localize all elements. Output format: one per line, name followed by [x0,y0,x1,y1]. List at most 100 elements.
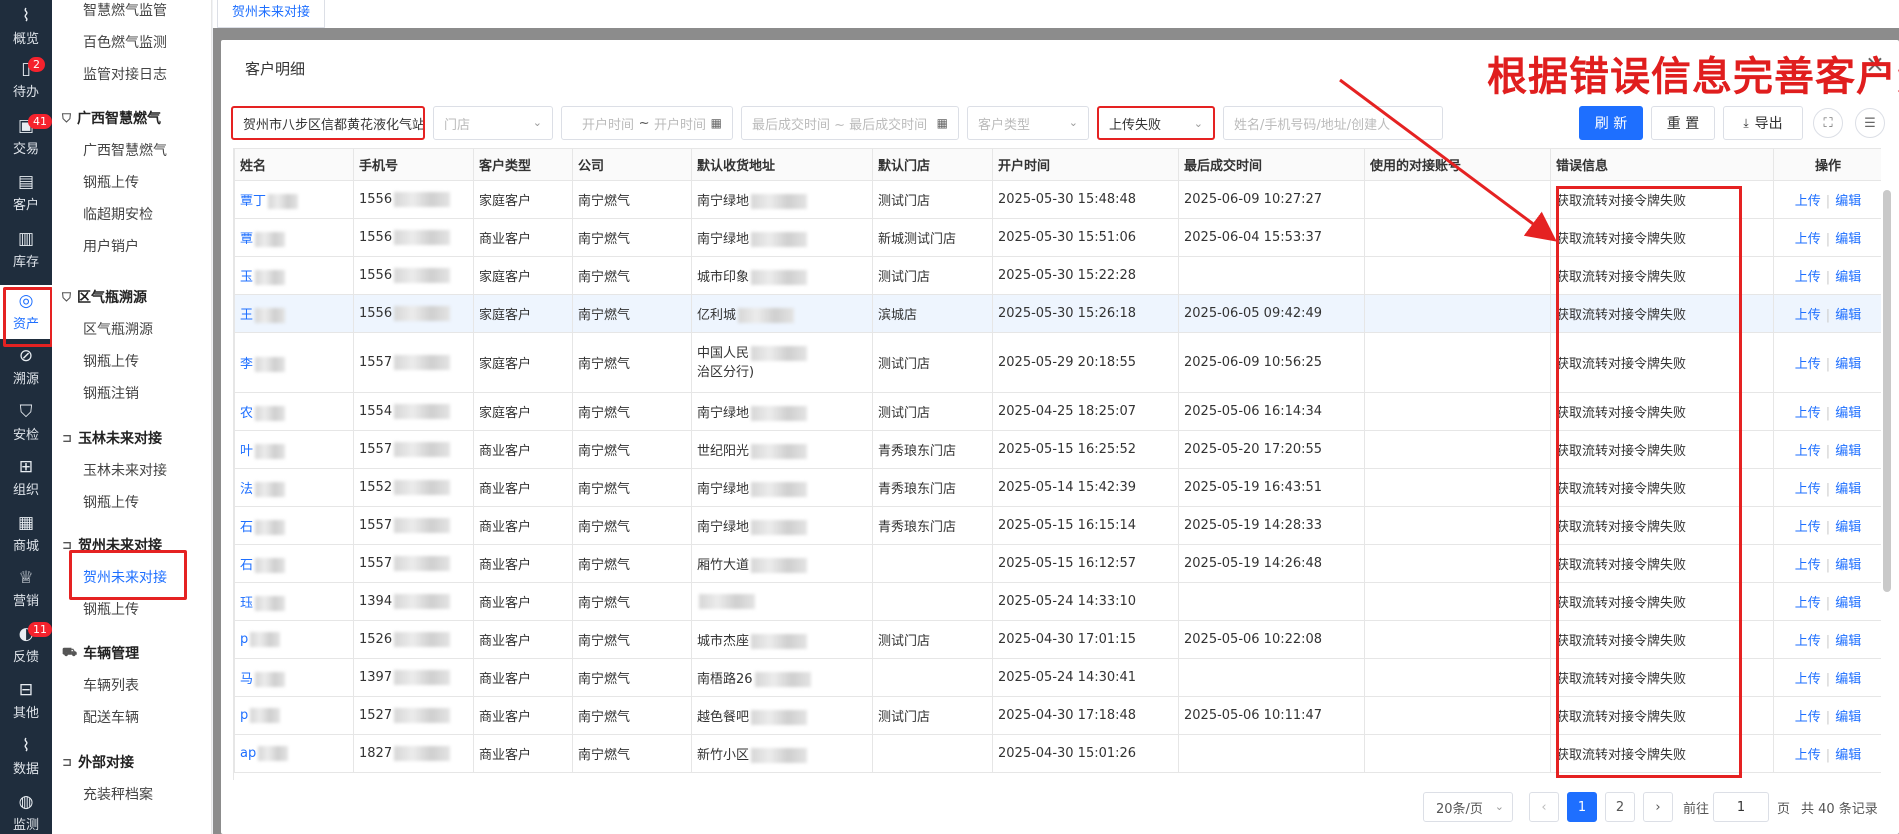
cell-name[interactable]: 叶 [234,430,354,469]
customer-name-link[interactable]: 覃丁 [240,194,266,209]
column-settings-icon[interactable]: ☰ [1855,108,1885,138]
rail-item-14[interactable]: ◍ 监测 [0,786,52,834]
cell-name[interactable]: 王 [234,294,354,333]
customer-name-link[interactable]: 石 [240,558,253,573]
submenu-group-title[interactable]: ⊐ 玉林未来对接 [62,428,162,448]
submenu-group-title[interactable]: ⛟ 车辆管理 [62,643,139,663]
customer-name-link[interactable]: 李 [240,357,253,372]
table-row[interactable]: 珏 1394 商业客户 南宁燃气 2025-05-24 14:33:10 获取流转对接令牌… [234,582,1881,621]
table-row[interactable]: p 1527 商业客户 南宁燃气 越色餐吧 测试门店 2025-04-30 17:18:48… [234,696,1881,735]
edit-link[interactable]: 编辑 [1835,308,1861,323]
submenu-group-title[interactable]: ⛉ 区气瓶溯源 [62,287,147,307]
station-select[interactable]: 贺州市八步区信都黄花液化气站 ⌄ [231,106,425,140]
refresh-button[interactable]: 刷 新 [1579,106,1643,140]
submenu-item[interactable]: 车辆列表 [83,675,139,695]
goto-page-input[interactable] [1713,792,1769,822]
submenu-item[interactable]: 监管对接日志 [83,64,167,84]
edit-link[interactable]: 编辑 [1835,444,1861,459]
customer-name-link[interactable]: 农 [240,406,253,421]
submenu-item[interactable]: 临超期安检 [83,204,153,224]
edit-link[interactable]: 编辑 [1835,482,1861,497]
customer-type-select[interactable]: 客户类型 ⌄ [967,106,1089,140]
open-time-range[interactable]: 开户时间 ~ 开户时间 ▦ [561,106,733,140]
reset-button[interactable]: 重 置 [1651,106,1715,140]
page-2-button[interactable]: 2 [1605,792,1635,822]
edit-link[interactable]: 编辑 [1835,634,1861,649]
store-select[interactable]: 门店 ⌄ [433,106,553,140]
cell-name[interactable]: 覃丁 [234,180,354,219]
column-header[interactable]: 最后成交时间 [1178,148,1365,181]
edit-link[interactable]: 编辑 [1835,406,1861,421]
table-row[interactable]: 农 1554 家庭客户 南宁燃气 南宁绿地 测试门店 2025-04-25 18:25:07… [234,392,1881,431]
cell-name[interactable]: p [234,620,354,659]
cell-name[interactable]: 珏 [234,582,354,621]
submenu-item[interactable]: 钢瓶上传 [83,172,139,192]
cell-name[interactable]: 石 [234,506,354,545]
next-page-button[interactable]: › [1643,792,1673,822]
cell-name[interactable]: 法 [234,468,354,507]
submenu-item[interactable]: 玉林未来对接 [83,460,167,480]
submenu-group-title[interactable]: ⛉ 广西智慧燃气 [62,108,161,128]
customer-name-link[interactable]: 石 [240,520,253,535]
edit-link[interactable]: 编辑 [1835,194,1861,209]
submenu-item[interactable]: 钢瓶上传 [83,351,139,371]
column-header[interactable]: 错误信息 [1550,148,1774,181]
table-scrollbar[interactable] [1883,190,1891,592]
search-input[interactable]: 姓名/手机号码/地址/创建人 [1223,106,1443,140]
edit-link[interactable]: 编辑 [1835,596,1861,611]
customer-name-link[interactable]: ap [240,746,256,761]
rail-item-7[interactable]: ⛉ 安检 [0,396,52,450]
table-row[interactable]: 石 1557 商业客户 南宁燃气 南宁绿地 青秀琅东门店 2025-05-15 16:15:… [234,506,1881,545]
upload-link[interactable]: 上传 [1795,748,1821,763]
last-deal-time-range[interactable]: 最后成交时间 ~ 最后成交时间 ▦ [741,106,959,140]
submenu-item[interactable]: 用户销户 [83,236,139,256]
upload-link[interactable]: 上传 [1795,710,1821,725]
fullscreen-icon[interactable]: ⛶ [1813,108,1843,138]
upload-link[interactable]: 上传 [1795,357,1821,372]
upload-link[interactable]: 上传 [1795,444,1821,459]
table-row[interactable]: 覃 1556 商业客户 南宁燃气 南宁绿地 新城测试门店 2025-05-30 15:51:… [234,218,1881,257]
table-row[interactable]: 王 1556 家庭客户 南宁燃气 亿利城 滨城店 2025-05-30 15:26:18 20… [234,294,1881,333]
column-header[interactable]: 默认门店 [872,148,993,181]
submenu-item[interactable]: 区气瓶溯源 [83,319,153,339]
column-header[interactable]: 操作 [1773,148,1881,181]
cell-name[interactable]: 马 [234,658,354,697]
rail-item-8[interactable]: ⊞ 组织 [0,451,52,505]
customer-name-link[interactable]: p [240,708,248,723]
table-row[interactable]: 李 1557 家庭客户 南宁燃气 中国人民 治区分行) 测试门店 2025-05-29 20:… [234,332,1881,393]
customer-name-link[interactable]: 王 [240,308,253,323]
submenu-group-title[interactable]: ⊐ 外部对接 [62,752,134,772]
submenu-item[interactable]: 配送车辆 [83,707,139,727]
table-row[interactable]: 玉 1556 家庭客户 南宁燃气 城市印象 测试门店 2025-05-30 15:22:28… [234,256,1881,295]
column-header[interactable]: 使用的对接账号 [1364,148,1551,181]
upload-link[interactable]: 上传 [1795,482,1821,497]
cell-name[interactable]: 石 [234,544,354,583]
customer-name-link[interactable]: 覃 [240,232,253,247]
customer-name-link[interactable]: 珏 [240,596,253,611]
edit-link[interactable]: 编辑 [1835,520,1861,535]
upload-link[interactable]: 上传 [1795,596,1821,611]
submenu-item[interactable]: 百色燃气监测 [83,32,167,52]
rail-item-13[interactable]: ⌇ 数据 [0,730,52,784]
page-size-select[interactable]: 20条/页 ⌄ [1423,792,1513,822]
customer-name-link[interactable]: p [240,632,248,647]
customer-name-link[interactable]: 玉 [240,270,253,285]
submenu-item[interactable]: 钢瓶注销 [83,383,139,403]
cell-name[interactable]: ap [234,734,354,773]
tab-hezhou-docking[interactable]: 贺州未来对接 [217,0,326,28]
table-row[interactable]: 法 1552 商业客户 南宁燃气 南宁绿地 青秀琅东门店 2025-05-14 15:42:… [234,468,1881,507]
upload-link[interactable]: 上传 [1795,634,1821,649]
cell-name[interactable]: 覃 [234,218,354,257]
rail-item-5[interactable]: ◎ 资产 [0,285,53,347]
rail-item-11[interactable]: ◐ 反馈 11 [0,618,52,672]
edit-link[interactable]: 编辑 [1835,748,1861,763]
column-header[interactable]: 开户时间 [992,148,1179,181]
table-row[interactable]: p 1526 商业客户 南宁燃气 城市杰座 测试门店 2025-04-30 17:01:15… [234,620,1881,659]
rail-item-4[interactable]: ▥ 库存 [0,223,52,277]
table-row[interactable]: ap 1827 商业客户 南宁燃气 新竹小区 2025-04-30 15:01:26 获取流… [234,734,1881,773]
export-button[interactable]: ⤓ 导出 [1723,106,1803,140]
upload-link[interactable]: 上传 [1795,672,1821,687]
column-header[interactable]: 手机号 [353,148,474,181]
submenu-item[interactable]: 钢瓶上传 [83,492,139,512]
edit-link[interactable]: 编辑 [1835,270,1861,285]
